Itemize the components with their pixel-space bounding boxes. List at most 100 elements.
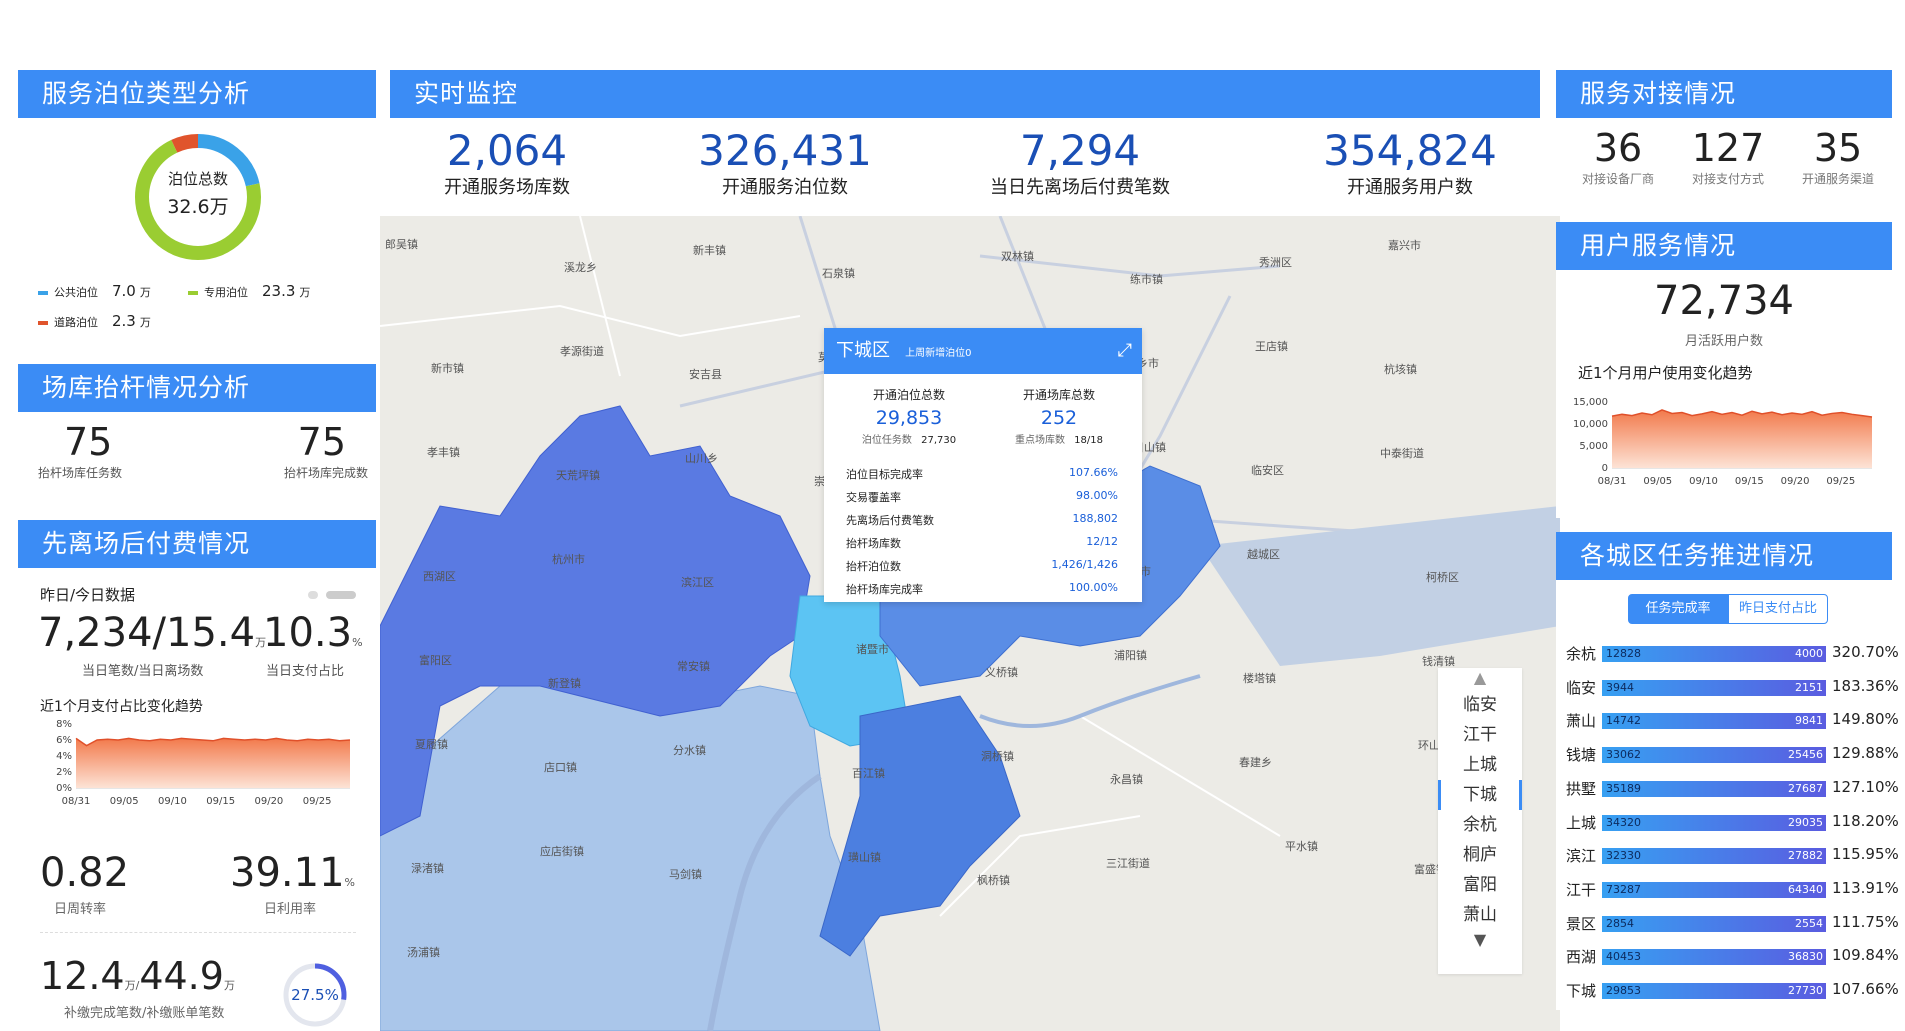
y-tick-label: 8% [56, 720, 72, 730]
supp: 12.4万/44.9万 [40, 954, 235, 998]
progress-name: 滨江 [1566, 847, 1597, 866]
tooltip-col2-sub-label: 重点场库数 [1014, 435, 1065, 446]
district-option[interactable]: 余杭 [1438, 810, 1522, 840]
map-place-label: 分水镇 [673, 744, 706, 757]
tooltip-row-value: 12/12 [1086, 535, 1118, 548]
realtime-title: 实时监控 [390, 70, 1540, 118]
progress-name: 西湖 [1566, 948, 1597, 967]
page-dot-2[interactable] [326, 591, 356, 599]
gate-task-value: 75 [64, 420, 113, 464]
tooltip-col2-value: 252 [1040, 407, 1078, 429]
x-tick-label: 08/31 [1598, 476, 1627, 487]
y-tick-label: 4% [56, 751, 72, 762]
map-place-label: 常安镇 [677, 660, 710, 673]
service-link-title: 服务对接情况 [1556, 70, 1892, 118]
progress-name: 拱墅 [1566, 779, 1597, 798]
tooltip-header: 下城区 上周新增泊位0 ⤢ [824, 328, 1142, 374]
service-link-item: 36 对接设备厂商 [1563, 126, 1673, 187]
progress-left-value: 35189 [1606, 781, 1641, 795]
gate-panel: 场库抬杆情况分析 75 抬杆场库任务数 75 抬杆场库完成数 [18, 364, 376, 496]
progress-pct: 320.70% [1832, 643, 1899, 661]
y-tick-label: 2% [56, 767, 72, 778]
progress-left-value: 29853 [1606, 984, 1641, 997]
district-selector[interactable]: ▲ 临安 江干 上城 下城 余杭 桐庐 富阳 萧山 ▼ [1438, 668, 1522, 974]
tooltip-col1-sub-label: 泊位任务数 [861, 435, 912, 446]
map-place-label: 璜山镇 [848, 851, 881, 864]
gate-done: 75 抬杆场库完成数 [258, 420, 368, 481]
service-link-value: 35 [1813, 126, 1863, 170]
user-trend-chart: 15,000 10,000 5,000 0 08/31 09/05 09/10 09/15 09… [1573, 397, 1873, 487]
tab-pay-ratio[interactable]: 昨日支付占比 [1728, 594, 1828, 624]
map-place-label: 三江街道 [1106, 857, 1150, 870]
postpay-main-value: 7,234/15.4 [38, 610, 256, 656]
progress-pct: 183.36% [1832, 676, 1899, 695]
realtime-stat-value: 354,824 [1323, 126, 1497, 175]
supp-unit2: 万 [223, 979, 235, 992]
progress-name: 萧山 [1566, 712, 1597, 731]
progress-right-value: 27882 [1788, 849, 1823, 863]
map-place-label: 双林镇 [1001, 250, 1034, 263]
map-place-label: 秀洲区 [1259, 256, 1292, 269]
page-dot-1[interactable] [308, 591, 318, 599]
area-series [76, 738, 350, 788]
map-place-label: 新市镇 [431, 362, 464, 375]
tooltip-col2-label: 开通场库总数 [1022, 388, 1095, 402]
tooltip-row-label: 泊位目标完成率 [846, 468, 923, 481]
map-place-label: 店口镇 [544, 761, 577, 774]
legend-unit: 万 [139, 286, 151, 299]
tooltip-district: 下城区 [836, 340, 890, 361]
progress-name: 景区 [1566, 914, 1597, 933]
legend-name: 公共泊位 [54, 286, 98, 299]
progress-right-value: 25456 [1788, 748, 1823, 762]
scroll-down-icon[interactable]: ▼ [1438, 930, 1522, 952]
district-option[interactable]: 萧山 [1438, 900, 1522, 930]
map-place-label: 楼塔镇 [1243, 672, 1276, 685]
progress-left-value: 32330 [1606, 849, 1641, 863]
tooltip-row-value: 107.66% [1069, 466, 1118, 479]
progress-right-value: 2554 [1795, 916, 1823, 930]
district-option[interactable]: 上城 [1438, 750, 1522, 780]
y-tick-label: 15,000 [1573, 397, 1608, 408]
progress-pct: 109.84% [1832, 946, 1899, 965]
district-option[interactable]: 富阳 [1438, 870, 1522, 900]
service-link-item: 127 对接支付方式 [1673, 126, 1783, 187]
district-option[interactable]: 下城 [1438, 780, 1522, 810]
tab-task-rate[interactable]: 任务完成率 [1628, 594, 1728, 624]
progress-right-value: 2151 [1795, 680, 1823, 694]
x-tick-label: 08/31 [62, 796, 91, 807]
progress-name: 余杭 [1566, 645, 1597, 663]
berth-type-title: 服务泊位类型分析 [18, 70, 376, 118]
user-service-trend-title: 近1个月用户使用变化趋势 [1578, 364, 1753, 382]
progress-row: 钱塘 33062 25456 129.88% [1556, 739, 1899, 769]
progress-left-value: 40453 [1606, 950, 1641, 964]
realtime-stat: 326,431 开通服务泊位数 [655, 126, 915, 199]
progress-left-value: 73287 [1606, 882, 1641, 896]
donut-label: 泊位总数 [167, 170, 228, 188]
legend-value: 23.3 [262, 282, 296, 300]
map-place-label: 马剑镇 [669, 868, 702, 881]
district-option[interactable]: 江干 [1438, 720, 1522, 750]
progress-bar: 32330 27882 [1602, 848, 1826, 865]
district-option[interactable]: 桐庐 [1438, 840, 1522, 870]
map-place-label: 嘉兴市 [1388, 239, 1421, 252]
x-tick-label: 09/05 [1643, 476, 1672, 487]
expand-icon[interactable]: ⤢ [1118, 328, 1132, 374]
realtime-stat: 2,064 开通服务场库数 [377, 126, 637, 199]
map-place-label: 浦阳镇 [1114, 649, 1147, 662]
scroll-up-icon[interactable]: ▲ [1438, 668, 1522, 690]
progress-row: 景区 2854 2554 111.75% [1556, 908, 1899, 938]
district-progress-title: 各城区任务推进情况 [1556, 532, 1892, 580]
district-option[interactable]: 临安 [1438, 690, 1522, 720]
map-place-label: 平水镇 [1285, 840, 1318, 853]
progress-bar: 34320 29035 [1602, 814, 1826, 831]
realtime-stat-label: 当日先离场后付费笔数 [990, 177, 1170, 198]
tooltip-row: 交易覆盖率 98.00% [846, 489, 1118, 512]
postpay-subtitle: 昨日/今日数据 [40, 586, 136, 604]
user-service-panel: 用户服务情况 72,734 月活跃用户数 近1个月用户使用变化趋势 15,000… [1556, 222, 1892, 518]
usage: 39.11% [230, 850, 355, 896]
progress-bar: 40453 36830 [1602, 949, 1826, 966]
divider [40, 932, 356, 933]
postpay-main-label: 当日笔数/当日离场数 [82, 664, 204, 679]
legend-item: 专用泊位 23.3 万 [188, 282, 338, 300]
turnover-value: 0.82 [40, 850, 130, 896]
